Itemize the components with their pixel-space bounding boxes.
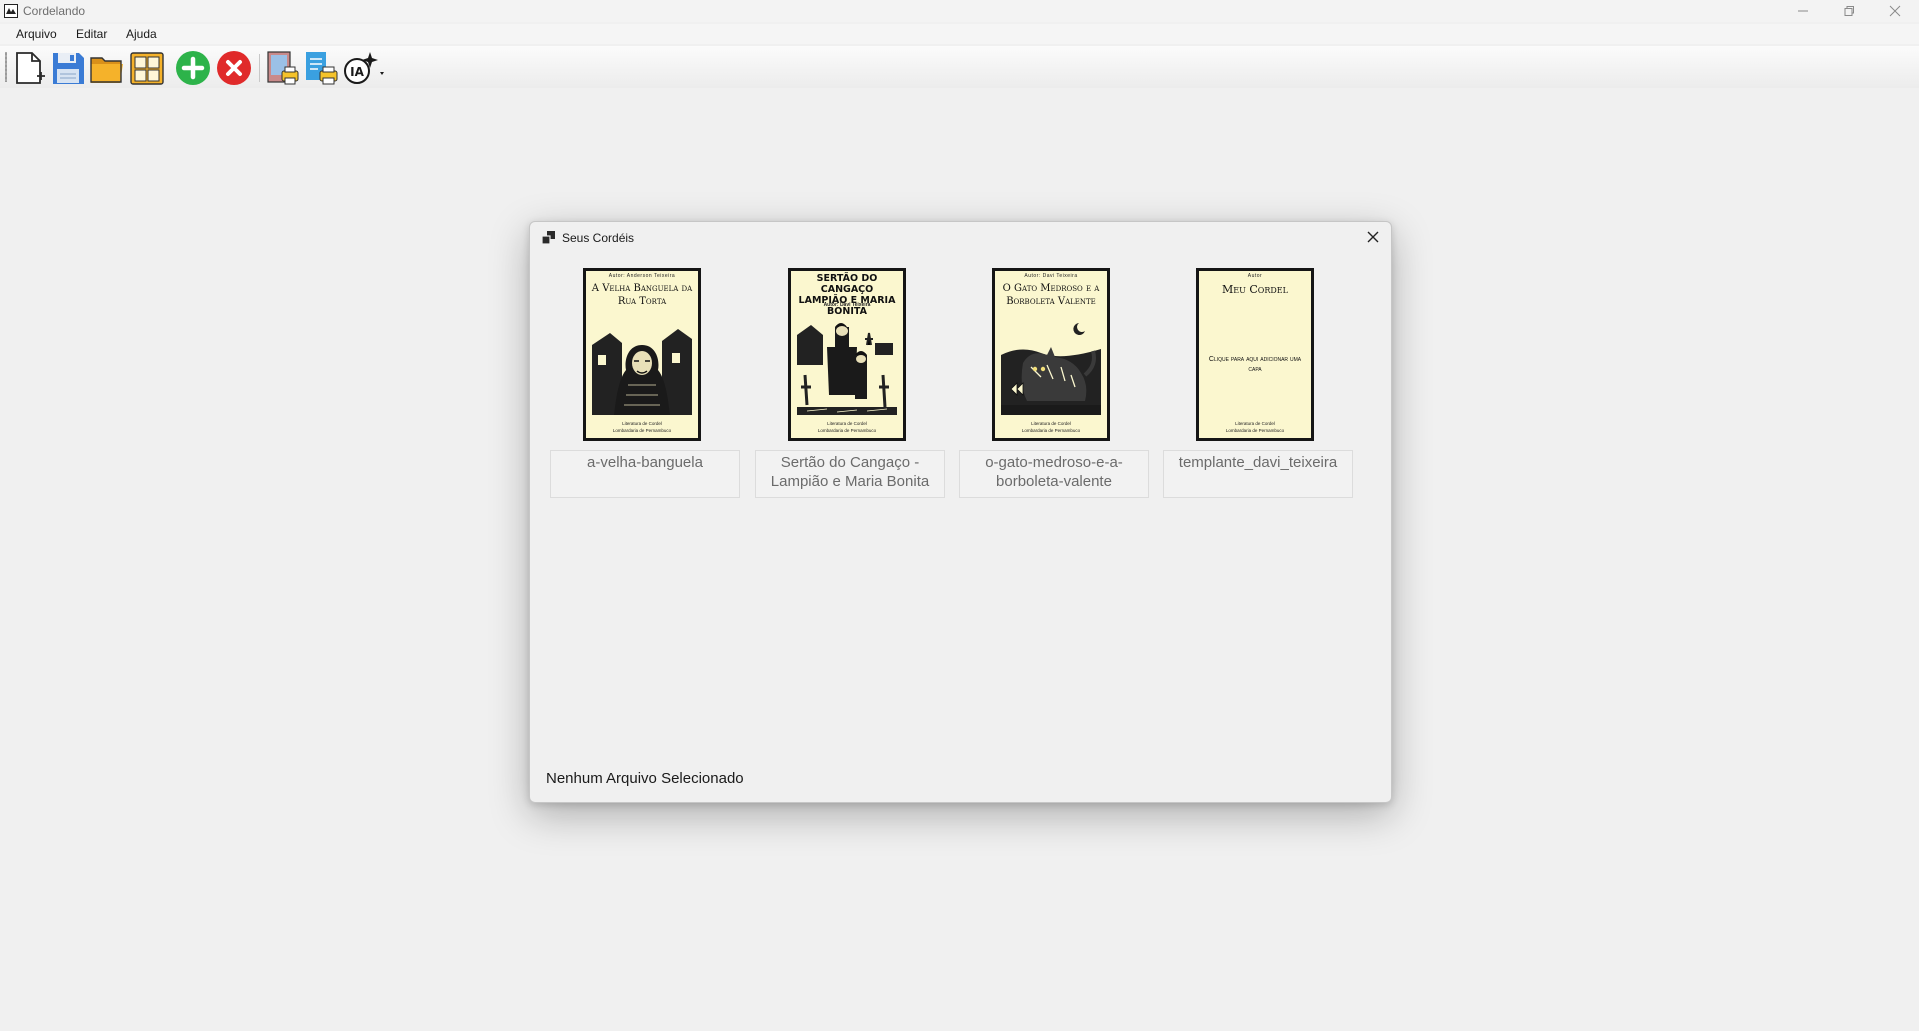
save-icon: [53, 53, 84, 84]
library-icon: [130, 52, 164, 85]
menu-bar: Arquivo Editar Ajuda: [0, 24, 1919, 44]
woodcut-old-woman-art: [592, 315, 692, 415]
menu-arquivo[interactable]: Arquivo: [16, 27, 57, 41]
cordel-label[interactable]: a-velha-banguela: [550, 450, 740, 498]
cover-author: Autor: Anderson Teixeira: [608, 273, 676, 279]
add-cordel-button[interactable]: [174, 50, 212, 86]
cover-footer-line: Lombardaria de Pernambuco: [817, 427, 877, 433]
ai-assistant-icon: IA: [344, 52, 384, 84]
cover-footer-line: Lombardaria de Pernambuco: [1021, 427, 1081, 433]
dialog-title: Seus Cordéis: [562, 231, 635, 245]
cordel-label[interactable]: Sertão do Cangaço - Lampião e Maria Boni…: [755, 450, 945, 498]
menu-ajuda[interactable]: Ajuda: [126, 27, 157, 41]
cordel-cover[interactable]: Autor: Davi Teixeira O Gato Medroso e a …: [992, 268, 1110, 441]
restore-button[interactable]: [1826, 0, 1872, 22]
print-document-button[interactable]: [302, 50, 340, 86]
cordel-cover[interactable]: Autor Meu Cordel Clique para aqui adicio…: [1196, 268, 1314, 441]
cover-footer: Literatura de Cordel Lombardaria de Pern…: [791, 421, 903, 434]
toolbar-separator: [259, 54, 260, 82]
window-title: Cordelando: [23, 4, 86, 18]
dialog-icon: [542, 231, 555, 244]
cover-footer: Literatura de Cordel Lombardaria de Pern…: [1199, 421, 1311, 434]
cover-title: O Gato Medroso e a Borboleta Valente: [1002, 283, 1100, 307]
print-book-button[interactable]: [263, 50, 301, 86]
seus-cordeis-dialog: Seus Cordéis Autor: Anderson Teixeira A …: [529, 221, 1392, 803]
print-document-icon: [306, 52, 338, 85]
library-button[interactable]: [128, 50, 166, 86]
cover-footer: Literatura de Cordel Lombardaria de Pern…: [995, 421, 1107, 434]
cover-title: Meu Cordel: [1222, 283, 1288, 296]
dialog-title-bar: Seus Cordéis: [530, 222, 1391, 252]
minimize-button[interactable]: [1780, 0, 1826, 22]
open-folder-button[interactable]: [88, 50, 126, 86]
cover-author: Autor: Davi Teixeira: [823, 302, 871, 308]
dialog-close-icon[interactable]: [1365, 229, 1381, 245]
cover-footer-line: Lombardaria de Pernambuco: [1225, 427, 1285, 433]
cover-footer-line: Lombardaria de Pernambuco: [612, 427, 672, 433]
woodcut-cangaceiros-art: [797, 315, 897, 415]
cover-author: Autor: Davi Teixeira: [1024, 273, 1078, 279]
cover-title: A Velha Banguela da Rua Torta: [591, 283, 693, 307]
add-cover-prompt[interactable]: Clique para aqui adicionar uma capa: [1205, 355, 1305, 375]
svg-text:IA: IA: [350, 65, 364, 79]
print-book-icon: [267, 51, 299, 85]
selection-status: Nenhum Arquivo Selecionado: [546, 770, 744, 787]
toolbar-grip[interactable]: [5, 52, 7, 82]
cover-footer: Literatura de Cordel Lombardaria de Pern…: [586, 421, 698, 434]
close-icon: [1889, 5, 1901, 17]
save-button[interactable]: [49, 50, 87, 86]
restore-icon: [1844, 6, 1854, 16]
new-file-button[interactable]: [10, 50, 48, 86]
remove-icon: [217, 51, 251, 85]
close-window-button[interactable]: [1872, 0, 1918, 22]
cover-author: Autor: [1247, 273, 1263, 279]
cordel-cover[interactable]: SERTÃO DO CANGAÇO LAMPIÃO E MARIA BONITA…: [788, 268, 906, 441]
menu-editar[interactable]: Editar: [76, 27, 107, 41]
remove-cordel-button[interactable]: [215, 50, 253, 86]
toolbar: IA: [0, 46, 1919, 88]
title-bar: Cordelando: [0, 0, 1919, 22]
add-icon: [176, 51, 210, 85]
app-icon: [4, 4, 18, 18]
new-file-icon: [16, 52, 45, 84]
cover-title: SERTÃO DO CANGAÇO LAMPIÃO E MARIA BONITA: [798, 273, 896, 317]
ai-assistant-button[interactable]: IA: [341, 50, 387, 86]
open-folder-icon: [90, 57, 123, 83]
woodcut-cat-butterfly-art: [1001, 315, 1101, 415]
minimize-icon: [1798, 10, 1808, 12]
cordel-label[interactable]: templante_davi_teixeira: [1163, 450, 1353, 498]
cordel-cover[interactable]: Autor: Anderson Teixeira A Velha Banguel…: [583, 268, 701, 441]
cordel-label[interactable]: o-gato-medroso-e-a-borboleta-valente: [959, 450, 1149, 498]
